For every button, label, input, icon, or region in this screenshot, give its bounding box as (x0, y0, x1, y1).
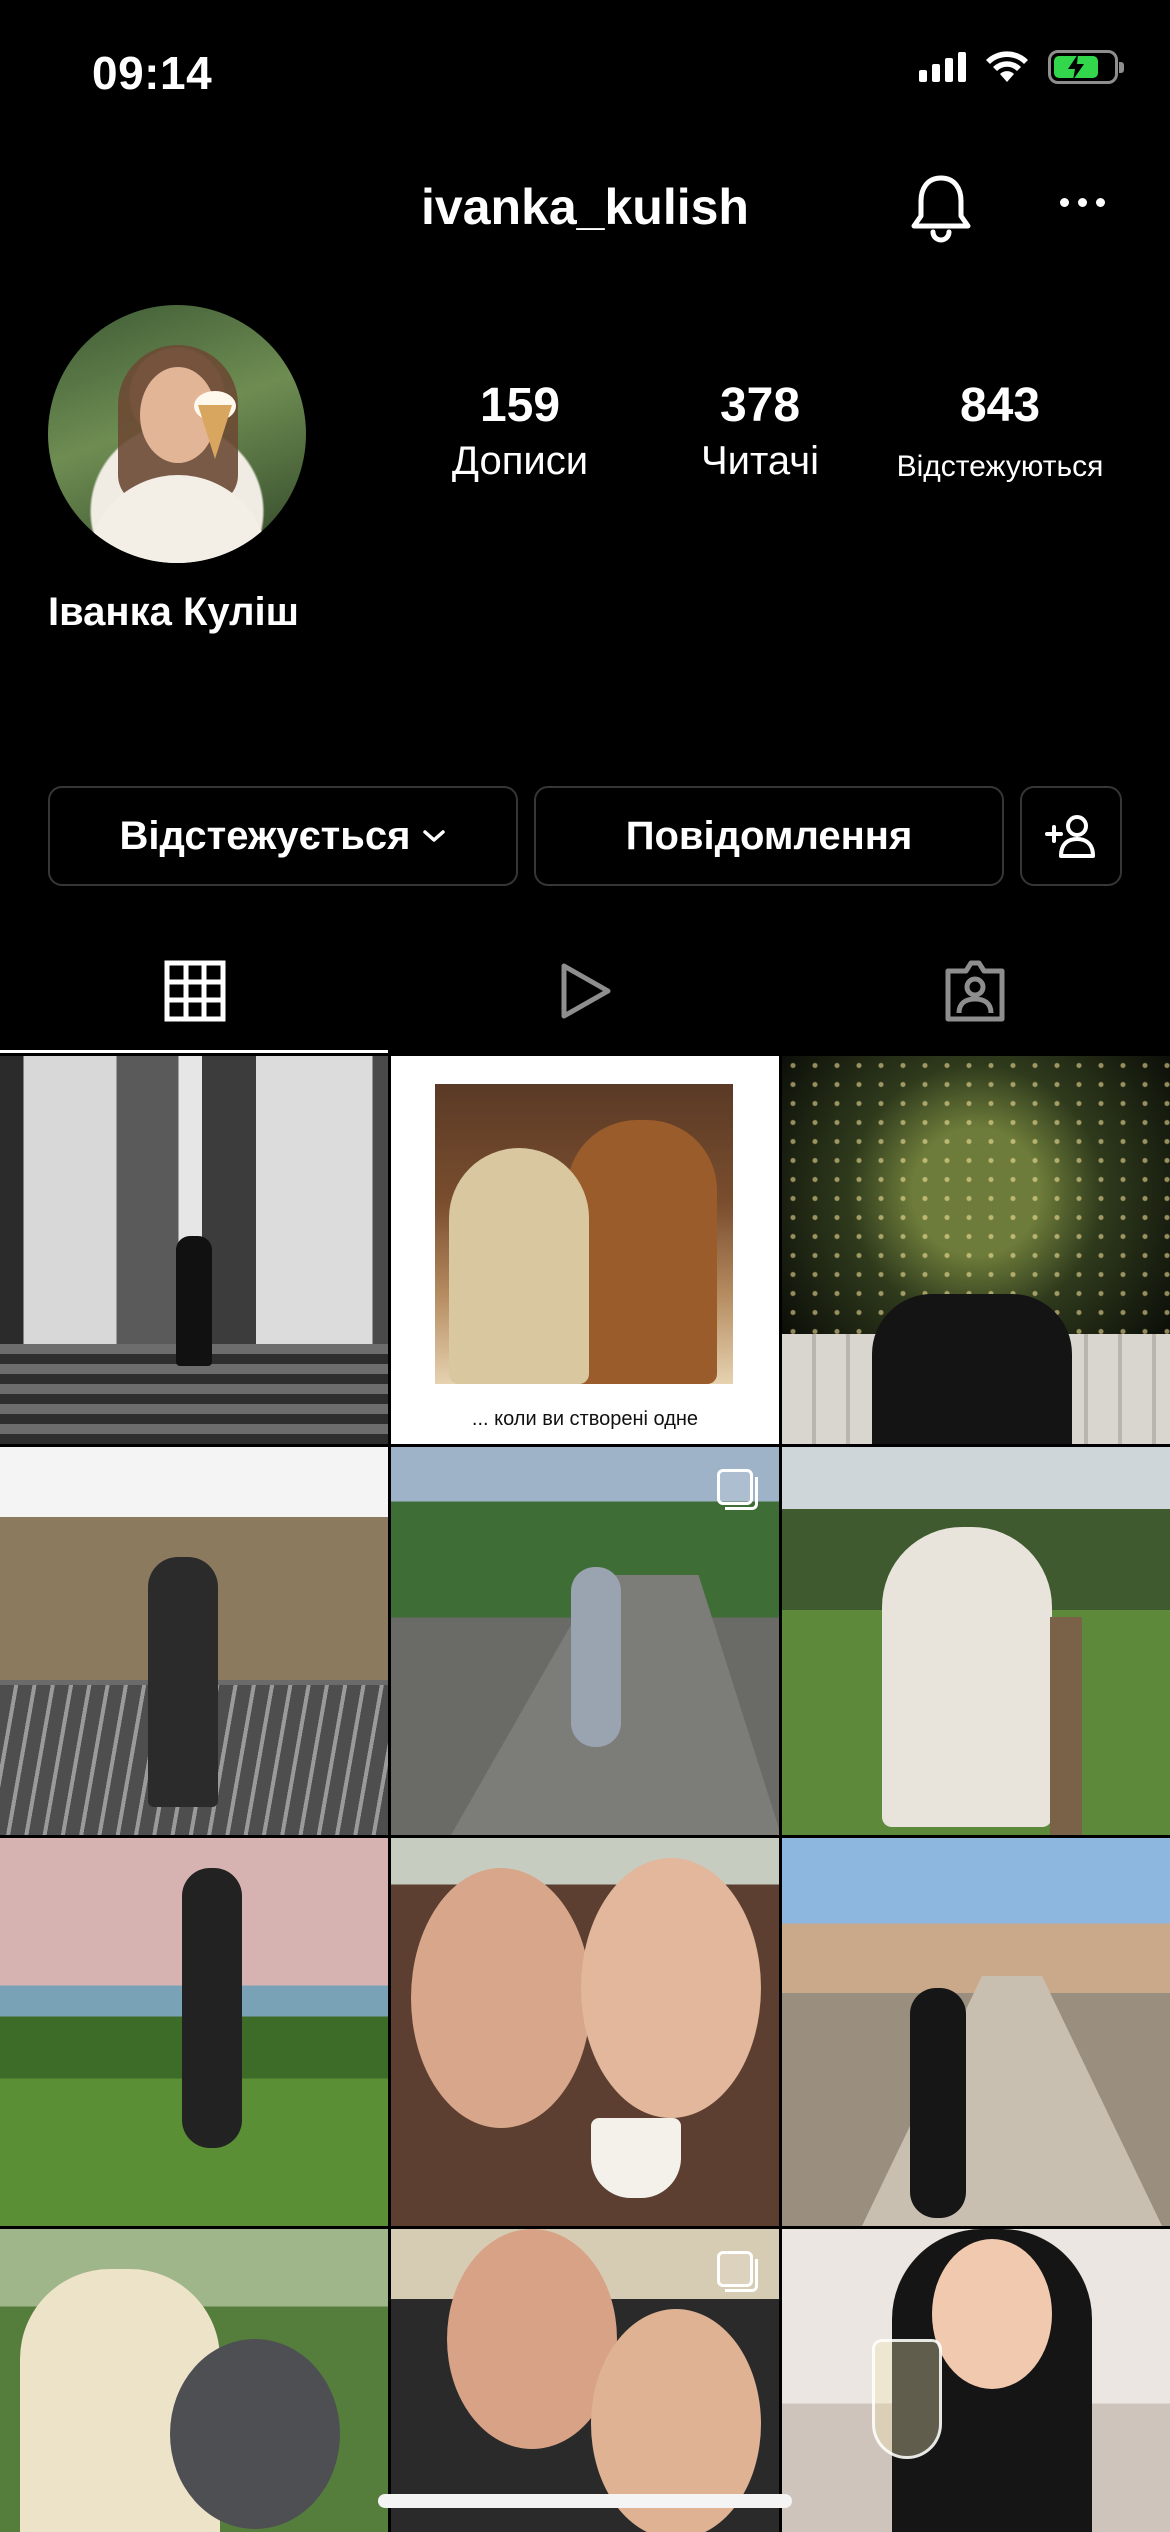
stat-following[interactable]: 843 Відстежуються (880, 378, 1120, 492)
tab-tagged[interactable] (780, 930, 1170, 1052)
status-icons (919, 50, 1124, 84)
profile-full-name: Іванка Куліш (48, 590, 299, 634)
stat-following-value: 843 (959, 379, 1041, 432)
post-thumbnail[interactable] (782, 1838, 1170, 2226)
following-button-label: Відстежується (119, 813, 411, 858)
add-user-icon (1045, 815, 1095, 858)
profile-tabs (0, 930, 1170, 1052)
post-thumbnail[interactable] (0, 1838, 388, 2226)
post-thumbnail[interactable] (0, 2229, 388, 2532)
post-thumbnail[interactable] (0, 1056, 388, 1444)
more-horizontal-icon[interactable] (1060, 198, 1105, 207)
tab-reels[interactable] (390, 930, 780, 1052)
play-icon (561, 963, 611, 1019)
multiple-photos-icon (717, 2251, 758, 2292)
post-thumbnail[interactable] (782, 1447, 1170, 1835)
active-tab-indicator (0, 1050, 388, 1053)
profile-avatar[interactable] (48, 305, 306, 563)
stat-following-label: Відстежуються (896, 450, 1104, 483)
message-button-label: Повідомлення (625, 813, 913, 858)
post-thumbnail[interactable]: ... коли ви створені одне (391, 1056, 779, 1444)
bell-icon[interactable] (908, 172, 974, 244)
battery-charging-icon (1048, 50, 1124, 84)
status-bar: 09:14 (0, 0, 1170, 150)
message-button[interactable]: Повідомлення (534, 786, 1004, 886)
stat-followers[interactable]: 378 Читачі (660, 378, 860, 486)
profile-username: ivanka_kulish (421, 179, 749, 235)
post-thumbnail[interactable] (782, 1056, 1170, 1444)
post-caption: ... коли ви створені одне (471, 1408, 699, 1430)
post-thumbnail[interactable] (391, 1447, 779, 1835)
grid-icon (164, 960, 226, 1022)
stat-posts-value: 159 (479, 379, 561, 432)
following-button[interactable]: Відстежується (48, 786, 518, 886)
cellular-signal-icon (919, 52, 966, 82)
post-thumbnail[interactable] (391, 2229, 779, 2532)
tagged-person-icon (945, 960, 1005, 1022)
post-thumbnail[interactable] (391, 1838, 779, 2226)
post-thumbnail[interactable] (782, 2229, 1170, 2532)
posts-grid: ... коли ви створені одне (0, 1056, 1170, 2532)
stat-followers-label: Читачі (701, 439, 819, 483)
status-time: 09:14 (92, 47, 213, 99)
stat-followers-value: 378 (719, 379, 801, 432)
multiple-photos-icon (717, 1469, 758, 1510)
tab-grid[interactable] (0, 930, 390, 1052)
chevron-down-icon (423, 830, 446, 842)
post-thumbnail[interactable] (0, 1447, 388, 1835)
stat-posts[interactable]: 159 Дописи (420, 378, 620, 486)
stat-posts-label: Дописи (451, 439, 589, 483)
profile-header: ivanka_kulish (0, 160, 1170, 250)
home-indicator[interactable] (378, 2494, 792, 2508)
wifi-icon (986, 51, 1028, 82)
add-user-button[interactable] (1020, 786, 1122, 886)
